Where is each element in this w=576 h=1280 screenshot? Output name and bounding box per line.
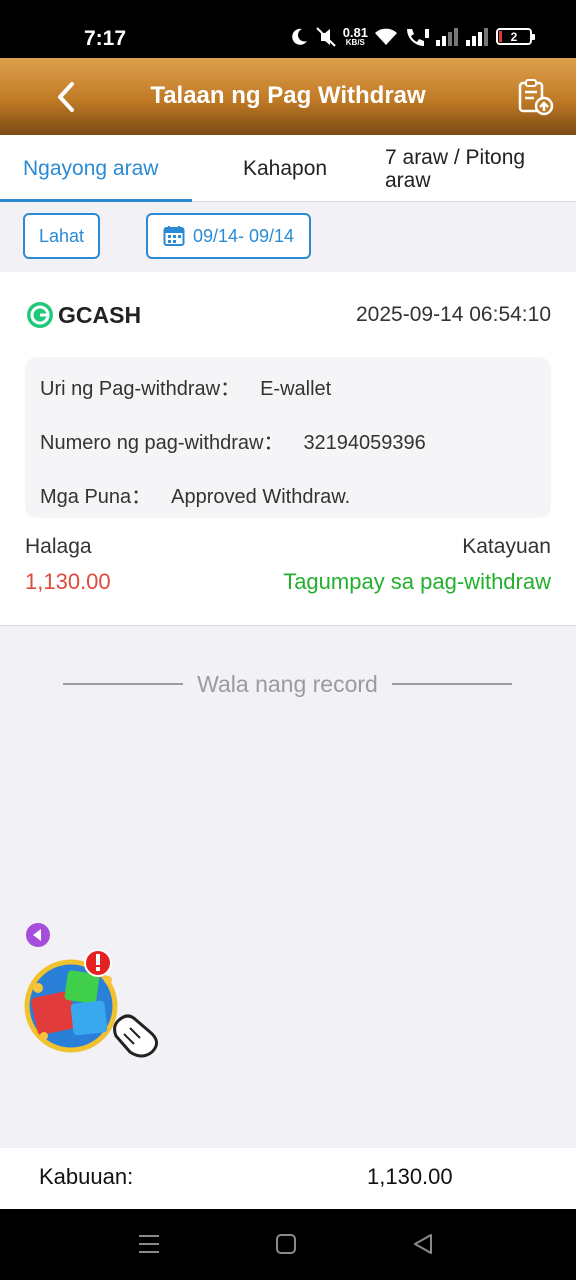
menu-icon[interactable] [136, 1231, 162, 1257]
total-bar: Kabuuan: 1,130.00 [0, 1148, 576, 1209]
status-label: Katayuan [462, 535, 551, 558]
clipboard-upload-icon[interactable] [516, 78, 554, 116]
date-range-button[interactable]: 09/14- 09/14 [146, 213, 311, 259]
gcash-logo-icon [27, 302, 53, 328]
record-details: Uri ng Pag-withdraw： E-wallet Numero ng p… [25, 357, 551, 518]
battery-level: 2 [510, 29, 518, 44]
detail-number: Numero ng pag-withdraw： 32194059396 [40, 426, 426, 455]
battery-icon: 2 [496, 28, 535, 45]
date-range-label: 09/14- 09/14 [192, 225, 295, 246]
back-nav-icon[interactable] [411, 1231, 437, 1257]
remarks-value: Approved Withdraw. [171, 486, 351, 508]
game-widget-icon[interactable] [24, 944, 166, 1060]
home-icon[interactable] [273, 1231, 299, 1257]
net-speed: 0.81 KB/S [343, 26, 368, 47]
signal-icon [436, 27, 458, 46]
date-tabs: Ngayong araw Kahapon 7 araw / Pitong ara… [0, 135, 576, 202]
app-header: Talaan ng Pag Withdraw [0, 58, 576, 135]
page-title: Talaan ng Pag Withdraw [150, 82, 426, 109]
status-icons: 0.81 KB/S 2 [289, 26, 535, 47]
tab-today[interactable]: Ngayong araw [23, 135, 158, 202]
record-datetime: 2025-09-14 06:54:10 [356, 303, 551, 326]
amount-label: Halaga [25, 535, 92, 558]
remarks-label: Mga Puna： [40, 486, 152, 508]
divider-left [63, 683, 184, 685]
active-tab-indicator [0, 199, 192, 202]
status-time: 7:17 [84, 27, 127, 50]
status-bar: 7:17 0.81 KB/S 2 [0, 0, 576, 58]
detail-type: Uri ng Pag-withdraw： E-wallet [40, 372, 331, 401]
calendar-icon [163, 226, 185, 246]
system-nav-bar [0, 1209, 576, 1280]
number-value: 32194059396 [303, 432, 426, 454]
amount-value: 1,130.00 [25, 569, 111, 594]
number-label: Numero ng pag-withdraw： [40, 432, 284, 454]
filter-all-button[interactable]: Lahat [23, 213, 100, 259]
wifi-icon [375, 28, 397, 45]
total-label: Kabuuan: [39, 1164, 134, 1189]
type-label: Uri ng Pag-withdraw： [40, 378, 241, 400]
withdraw-record-card[interactable]: GCASH 2025-09-14 06:54:10 Uri ng Pag-wit… [0, 272, 576, 626]
filter-all-label: Lahat [38, 225, 85, 246]
mute-icon [315, 26, 336, 47]
wifi-call-icon [407, 28, 429, 46]
no-more-records: Wala nang record [63, 670, 512, 698]
tab-seven-days[interactable]: 7 araw / Pitong araw [385, 135, 555, 202]
provider-name: GCASH [58, 301, 142, 328]
type-value: E-wallet [260, 378, 332, 400]
no-more-text: Wala nang record [197, 670, 378, 697]
signal-icon [466, 27, 488, 46]
tab-yesterday[interactable]: Kahapon [243, 135, 327, 202]
divider-right [391, 683, 512, 685]
moon-icon [291, 28, 307, 45]
detail-remarks: Mga Puna： Approved Withdraw. [40, 480, 350, 509]
provider: GCASH [26, 301, 141, 329]
total-value: 1,130.00 [367, 1164, 453, 1189]
net-speed-unit: KB/S [345, 38, 365, 47]
status-value: Tagumpay sa pag-withdraw [283, 569, 551, 594]
